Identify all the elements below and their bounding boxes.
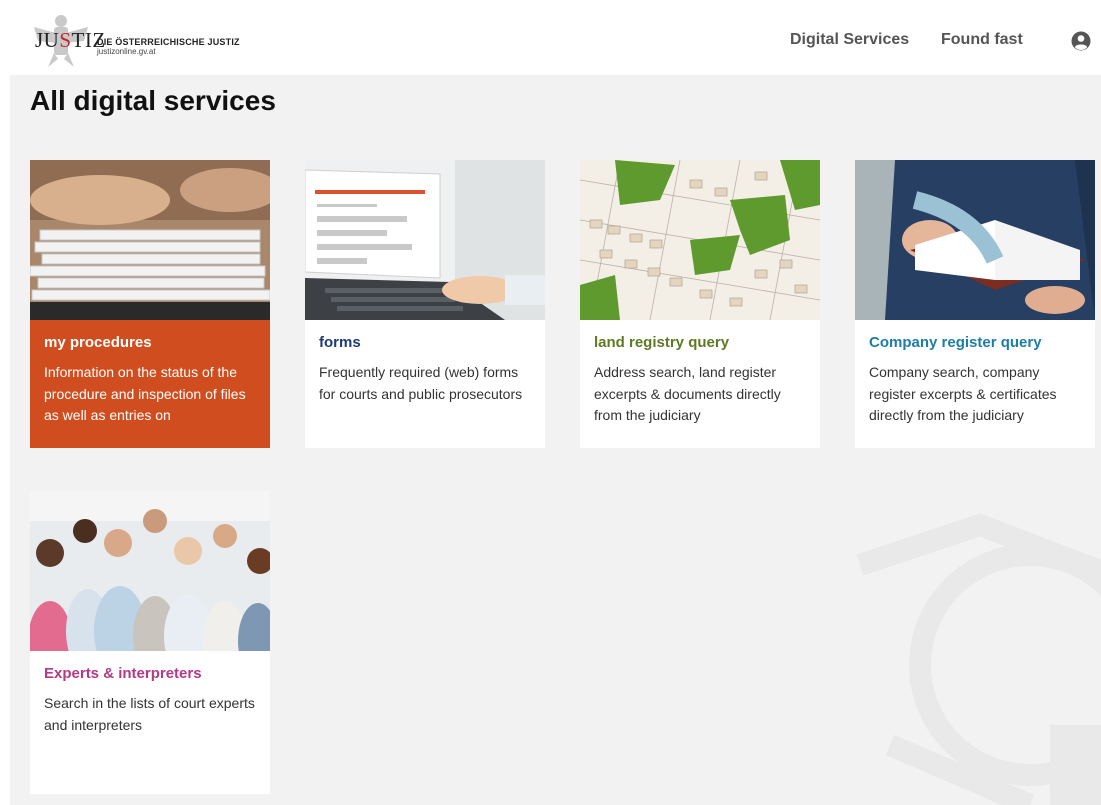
cadastral-map-photo	[580, 160, 820, 320]
page-title: All digital services	[30, 85, 276, 116]
card-title: my procedures	[44, 334, 152, 351]
card-body: Company register query Company search, c…	[855, 320, 1095, 427]
card-body: forms Frequently required (web) forms fo…	[305, 320, 545, 405]
card-company-register-query[interactable]: Company register query Company search, c…	[855, 160, 1095, 448]
card-description: Address search, land register excerpts &…	[594, 364, 781, 423]
card-my-procedures[interactable]: my procedures Information on the status …	[30, 160, 270, 448]
card-title: Experts & interpreters	[44, 665, 202, 682]
card-body: land registry query Address search, land…	[580, 320, 820, 427]
card-body: my procedures Information on the status …	[30, 320, 270, 448]
open-book-photo	[855, 160, 1095, 320]
logo-wordmark: JUSTIZ	[35, 28, 106, 52]
site-header: JUSTIZ DIE ÖSTERREICHISCHE JUSTIZ justiz…	[0, 0, 1101, 75]
card-description: Information on the status of the procedu…	[44, 364, 246, 423]
logo-title: DIE ÖSTERREICHISCHE JUSTIZ	[97, 37, 240, 47]
card-description: Company search, company register excerpt…	[869, 364, 1057, 423]
card-description: Frequently required (web) forms for cour…	[319, 364, 523, 402]
nav-digital-services[interactable]: Digital Services	[790, 31, 909, 49]
justice-watermark-icon	[856, 513, 1101, 805]
card-title: land registry query	[594, 334, 730, 351]
logo-url: justizonline.gv.at	[97, 47, 156, 56]
logo-wordmark-accent: S	[59, 28, 72, 52]
stack-of-papers-photo	[30, 160, 270, 320]
laptop-form-photo	[305, 160, 545, 320]
card-experts-interpreters[interactable]: Experts & interpreters Search in the lis…	[30, 491, 270, 794]
main-content: All digital services my procedures Infor…	[10, 75, 1101, 805]
justiz-logo[interactable]: JUSTIZ DIE ÖSTERREICHISCHE JUSTIZ justiz…	[30, 13, 260, 67]
user-circle-icon[interactable]	[1071, 31, 1091, 51]
card-body: Experts & interpreters Search in the lis…	[30, 651, 270, 736]
card-land-registry-query[interactable]: land registry query Address search, land…	[580, 160, 820, 448]
card-title: Company register query	[869, 334, 1042, 351]
card-description: Search in the lists of court experts and…	[44, 695, 255, 733]
nav-found-fast[interactable]: Found fast	[941, 31, 1023, 49]
card-title: forms	[319, 334, 361, 351]
card-forms[interactable]: forms Frequently required (web) forms fo…	[305, 160, 545, 448]
group-of-people-photo	[30, 491, 270, 651]
